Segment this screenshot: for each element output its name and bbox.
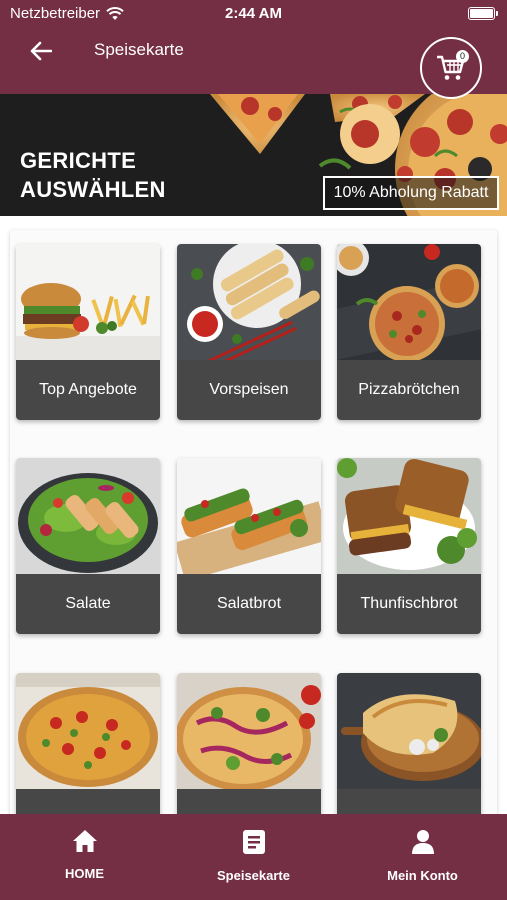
banner-title-line2: AUSWÄHLEN xyxy=(20,177,166,202)
category-card-salate[interactable]: Salate xyxy=(16,458,160,634)
pizza-special-image xyxy=(177,673,321,789)
burger-image xyxy=(16,244,160,360)
category-card-thunfischbrot[interactable]: Thunfischbrot xyxy=(337,458,481,634)
nav-speisekarte-label: Speisekarte xyxy=(217,868,290,883)
promo-badge: 10% Abholung Rabatt xyxy=(323,176,499,210)
menu-book-icon xyxy=(242,830,265,854)
category-label: Top Angebote xyxy=(16,360,160,420)
page-title: Speisekarte xyxy=(94,40,184,59)
spring-rolls-image xyxy=(177,244,321,360)
user-icon xyxy=(411,830,434,854)
pizza-image xyxy=(16,673,160,789)
category-card-salatbrot[interactable]: Salatbrot xyxy=(177,458,321,634)
nav-home-label: HOME xyxy=(65,866,104,881)
status-time: 2:44 AM xyxy=(225,5,282,22)
category-label: Thunfischbrot xyxy=(337,574,481,634)
bottom-nav: HOME Speisekarte Mein Konto xyxy=(0,814,507,900)
pizza-bread-image xyxy=(337,244,481,360)
nav-speisekarte[interactable]: Speisekarte xyxy=(169,814,338,900)
arrow-left-icon xyxy=(30,41,52,61)
category-label: Salatbrot xyxy=(177,574,321,634)
category-card-calzone[interactable] xyxy=(337,673,481,814)
category-panel: Top Angebote Vorspeisen Pizzabrötchen Sa… xyxy=(10,230,497,814)
nav-home[interactable]: HOME xyxy=(0,814,169,900)
banner-title: GERICHTE AUSWÄHLEN xyxy=(20,146,166,204)
category-label: Salate xyxy=(16,574,160,634)
category-card-pizzabroetchen[interactable]: Pizzabrötchen xyxy=(337,244,481,420)
category-label xyxy=(16,789,160,814)
calzone-image xyxy=(337,673,481,789)
home-icon xyxy=(72,830,97,852)
category-label xyxy=(177,789,321,814)
cart-count-badge: 0 xyxy=(456,50,469,63)
tuna-sandwich-image xyxy=(337,458,481,574)
category-card-vorspeisen[interactable]: Vorspeisen xyxy=(177,244,321,420)
category-grid: Top Angebote Vorspeisen Pizzabrötchen Sa… xyxy=(0,216,507,814)
category-card-pizza[interactable] xyxy=(16,673,160,814)
salad-bread-image xyxy=(177,458,321,574)
banner-title-line1: GERICHTE xyxy=(20,148,137,173)
back-button[interactable] xyxy=(26,38,56,64)
category-card-top-angebote[interactable]: Top Angebote xyxy=(16,244,160,420)
cart-button[interactable] xyxy=(420,37,482,99)
salad-image xyxy=(16,458,160,574)
nav-mein-konto-label: Mein Konto xyxy=(387,868,458,883)
battery-icon xyxy=(468,7,498,20)
category-card-pizza-spezial[interactable] xyxy=(177,673,321,814)
category-label: Pizzabrötchen xyxy=(337,360,481,420)
status-bar: Netzbetreiber 2:44 AM xyxy=(0,0,507,28)
category-label xyxy=(337,789,481,814)
nav-mein-konto[interactable]: Mein Konto xyxy=(338,814,507,900)
category-label: Vorspeisen xyxy=(177,360,321,420)
